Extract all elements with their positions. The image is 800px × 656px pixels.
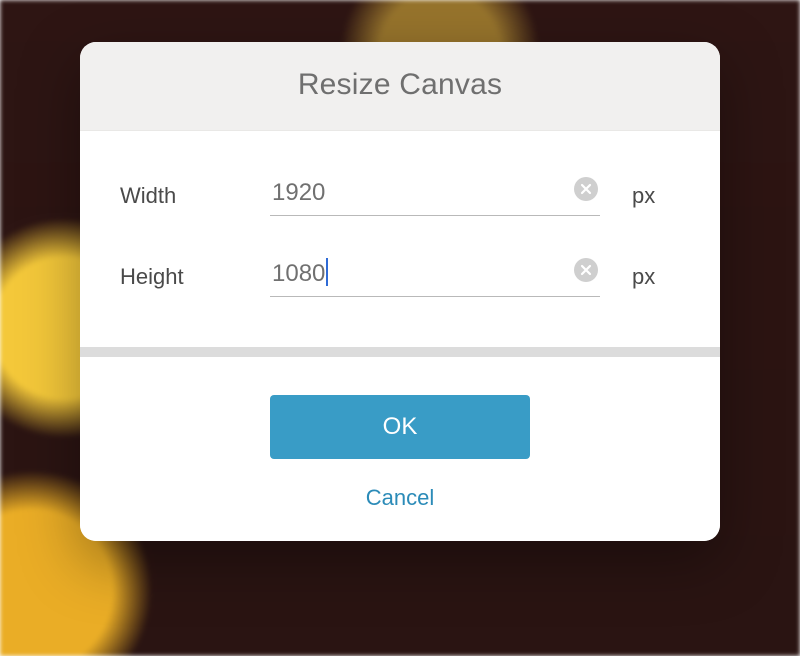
height-clear-button[interactable] — [574, 258, 598, 282]
height-unit: px — [632, 264, 655, 290]
dialog-footer: OK Cancel — [80, 357, 720, 541]
width-input-wrap — [270, 175, 600, 216]
width-input[interactable] — [270, 175, 600, 216]
dialog-title: Resize Canvas — [90, 68, 710, 102]
resize-canvas-dialog: Resize Canvas Width px Height — [80, 42, 720, 541]
width-clear-button[interactable] — [574, 177, 598, 201]
cancel-button[interactable]: Cancel — [100, 485, 700, 511]
width-unit: px — [632, 183, 655, 209]
close-icon — [580, 183, 592, 195]
height-input[interactable] — [270, 256, 600, 297]
close-icon — [580, 264, 592, 276]
width-label: Width — [120, 183, 270, 209]
width-row: Width px — [120, 175, 680, 216]
dialog-header: Resize Canvas — [80, 42, 720, 131]
ok-button[interactable]: OK — [270, 395, 530, 459]
height-row: Height px — [120, 256, 680, 297]
height-label: Height — [120, 264, 270, 290]
height-input-wrap — [270, 256, 600, 297]
text-caret — [326, 258, 328, 286]
divider — [80, 347, 720, 357]
dialog-body: Width px Height — [80, 131, 720, 347]
